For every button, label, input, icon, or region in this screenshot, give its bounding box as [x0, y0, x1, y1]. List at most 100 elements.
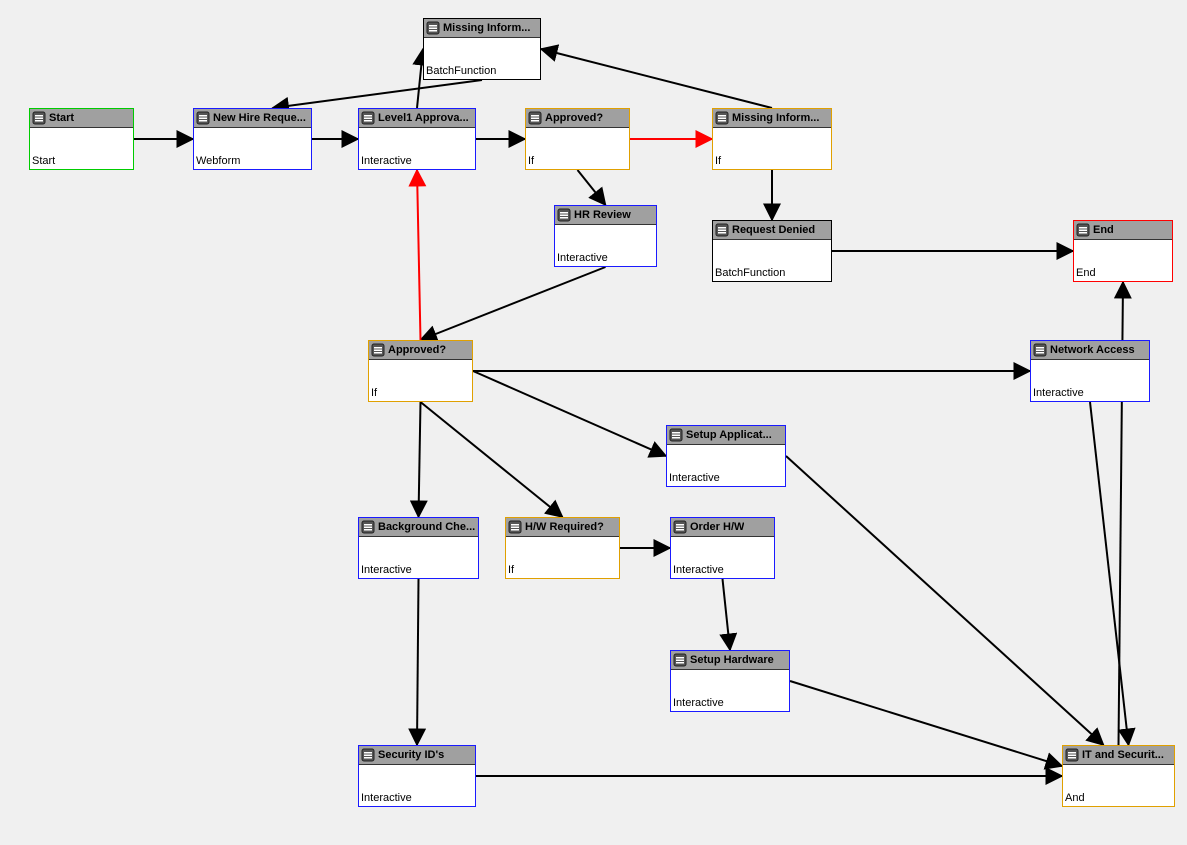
workflow-canvas[interactable]: Start Start New Hire Reque...Webform Level1…	[0, 0, 1187, 845]
node-setupapp[interactable]: Setup Applicat... Interactive	[666, 425, 786, 487]
node-title-bar[interactable]: Level1 Approva...	[359, 109, 475, 128]
node-newhire[interactable]: New Hire Reque...Webform	[193, 108, 312, 170]
node-approved1[interactable]: Approved? If	[525, 108, 630, 170]
edge-missing_top-newhire[interactable]	[273, 80, 483, 108]
node-orderhw[interactable]: Order H/WInteractive	[670, 517, 775, 579]
node-title: Order H/W	[690, 521, 744, 533]
node-title: Missing Inform...	[732, 112, 819, 124]
edge-approved2-bgcheck[interactable]	[419, 402, 421, 517]
menu-icon[interactable]	[557, 208, 571, 222]
menu-icon[interactable]	[673, 653, 687, 667]
node-level1[interactable]: Level1 Approva... Interactive	[358, 108, 476, 170]
node-title-bar[interactable]: HR Review	[555, 206, 656, 225]
menu-icon[interactable]	[426, 21, 440, 35]
node-title: Setup Hardware	[690, 654, 774, 666]
node-type-label: If	[508, 564, 514, 576]
menu-icon[interactable]	[1065, 748, 1079, 762]
node-title-bar[interactable]: Background Che...	[359, 518, 478, 537]
node-type-label: And	[1065, 792, 1085, 804]
node-type-label: Start	[32, 155, 55, 167]
node-missing_top[interactable]: Missing Inform... BatchFunction	[423, 18, 541, 80]
node-title: Setup Applicat...	[686, 429, 772, 441]
menu-icon[interactable]	[371, 343, 385, 357]
node-title-bar[interactable]: Missing Inform...	[424, 19, 540, 38]
node-title-bar[interactable]: Setup Applicat...	[667, 426, 785, 445]
node-type-label: Interactive	[673, 697, 724, 709]
node-title: Missing Inform...	[443, 22, 530, 34]
menu-icon[interactable]	[508, 520, 522, 534]
node-missing2[interactable]: Missing Inform... If	[712, 108, 832, 170]
node-title: End	[1093, 224, 1114, 236]
node-title: Security ID's	[378, 749, 444, 761]
node-title-bar[interactable]: Approved?	[526, 109, 629, 128]
node-denied[interactable]: Request Denied BatchFunction	[712, 220, 832, 282]
node-type-label: Interactive	[669, 472, 720, 484]
node-security[interactable]: Security ID'sInteractive	[358, 745, 476, 807]
edge-missing2-missing_top[interactable]	[541, 49, 772, 108]
menu-icon[interactable]	[528, 111, 542, 125]
node-title-bar[interactable]: Start	[30, 109, 133, 128]
menu-icon[interactable]	[715, 111, 729, 125]
node-title-bar[interactable]: Missing Inform...	[713, 109, 831, 128]
node-title: Background Che...	[378, 521, 475, 533]
edge-setupapp-itsec[interactable]	[786, 456, 1104, 745]
node-end[interactable]: End End	[1073, 220, 1173, 282]
menu-icon[interactable]	[669, 428, 683, 442]
node-title-bar[interactable]: Request Denied	[713, 221, 831, 240]
node-itsec[interactable]: IT and Securit... And	[1062, 745, 1175, 807]
node-title-bar[interactable]: End	[1074, 221, 1172, 240]
node-approved2[interactable]: Approved? If	[368, 340, 473, 402]
node-title: Level1 Approva...	[378, 112, 469, 124]
node-type-label: If	[528, 155, 534, 167]
node-type-label: Interactive	[557, 252, 608, 264]
node-title: Approved?	[545, 112, 603, 124]
edge-bgcheck-security[interactable]	[417, 579, 419, 745]
node-title: Request Denied	[732, 224, 815, 236]
edge-approved2-level1[interactable]	[417, 170, 421, 340]
node-title-bar[interactable]: IT and Securit...	[1063, 746, 1174, 765]
edge-hrreview-approved2[interactable]	[421, 267, 606, 340]
node-type-label: Interactive	[1033, 387, 1084, 399]
node-type-label: End	[1076, 267, 1096, 279]
menu-icon[interactable]	[1076, 223, 1090, 237]
edge-network-itsec[interactable]	[1090, 402, 1129, 745]
node-title-bar[interactable]: Order H/W	[671, 518, 774, 537]
menu-icon[interactable]	[361, 748, 375, 762]
node-title: HR Review	[574, 209, 631, 221]
node-network[interactable]: Network Access Interactive	[1030, 340, 1150, 402]
edge-setuphw-itsec[interactable]	[790, 681, 1062, 766]
node-title: H/W Required?	[525, 521, 604, 533]
node-title-bar[interactable]: Approved?	[369, 341, 472, 360]
node-start[interactable]: Start Start	[29, 108, 134, 170]
menu-icon[interactable]	[1033, 343, 1047, 357]
node-title-bar[interactable]: H/W Required?	[506, 518, 619, 537]
node-type-label: BatchFunction	[426, 65, 496, 77]
edge-approved1-hrreview[interactable]	[578, 170, 606, 205]
node-title: Start	[49, 112, 74, 124]
node-type-label: Interactive	[361, 155, 412, 167]
node-type-label: If	[715, 155, 721, 167]
menu-icon[interactable]	[196, 111, 210, 125]
node-setuphw[interactable]: Setup Hardware Interactive	[670, 650, 790, 712]
edge-approved2-hwreq[interactable]	[421, 402, 563, 517]
node-hwreq[interactable]: H/W Required? If	[505, 517, 620, 579]
node-type-label: BatchFunction	[715, 267, 785, 279]
menu-icon[interactable]	[361, 520, 375, 534]
node-hrreview[interactable]: HR Review Interactive	[554, 205, 657, 267]
node-type-label: If	[371, 387, 377, 399]
edge-approved2-setupapp[interactable]	[473, 371, 666, 456]
node-bgcheck[interactable]: Background Che... Interactive	[358, 517, 479, 579]
node-title-bar[interactable]: Security ID's	[359, 746, 475, 765]
node-title: New Hire Reque...	[213, 112, 306, 124]
node-title-bar[interactable]: Network Access	[1031, 341, 1149, 360]
menu-icon[interactable]	[715, 223, 729, 237]
menu-icon[interactable]	[32, 111, 46, 125]
node-title-bar[interactable]: Setup Hardware	[671, 651, 789, 670]
menu-icon[interactable]	[673, 520, 687, 534]
node-type-label: Interactive	[361, 564, 412, 576]
node-title: Network Access	[1050, 344, 1135, 356]
node-title-bar[interactable]: New Hire Reque...	[194, 109, 311, 128]
node-title: Approved?	[388, 344, 446, 356]
menu-icon[interactable]	[361, 111, 375, 125]
edge-orderhw-setuphw[interactable]	[723, 579, 731, 650]
